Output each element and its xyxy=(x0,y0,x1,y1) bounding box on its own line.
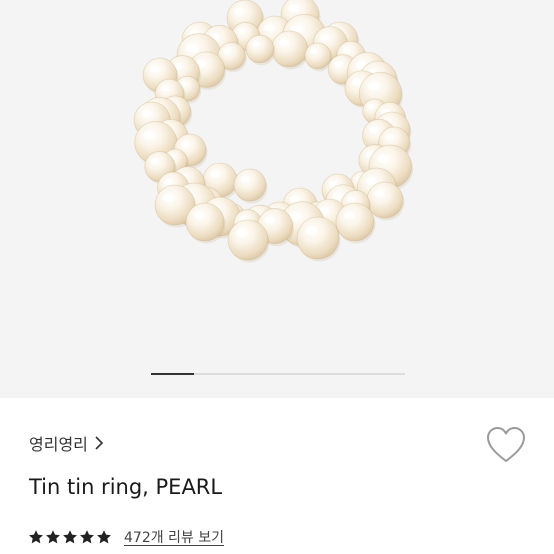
heart-outline-icon xyxy=(487,427,525,462)
pearl-highlight xyxy=(343,211,355,220)
brand-label: 영리영리 xyxy=(29,435,88,454)
pearl-bead xyxy=(304,42,332,70)
pearl-highlight xyxy=(223,48,231,54)
pearl-bead xyxy=(296,216,340,260)
pearl-highlight xyxy=(346,196,355,203)
star-icon xyxy=(29,530,43,544)
pearl-bead xyxy=(271,30,308,68)
pearl-highlight xyxy=(264,24,275,32)
pearl-highlight xyxy=(150,158,160,165)
pearl-highlight xyxy=(149,65,160,73)
product-title: Tin tin ring, PEARL xyxy=(29,475,223,499)
pearl-highlight xyxy=(384,133,394,141)
pearl-highlight xyxy=(310,48,318,54)
star-icon xyxy=(80,530,94,544)
pearl-highlight xyxy=(240,176,250,183)
pearl-highlight xyxy=(160,85,169,92)
pearl-highlight xyxy=(180,141,190,148)
pearl-highlight xyxy=(289,195,300,203)
pearl-highlight xyxy=(351,78,362,86)
review-count-link[interactable]: 472개 리뷰 보기 xyxy=(124,527,224,547)
pearl-bead xyxy=(185,202,225,242)
rating-stars xyxy=(28,529,112,545)
pearl-highlight xyxy=(288,4,300,13)
star-icon xyxy=(63,530,77,544)
pearl-highlight xyxy=(163,179,173,186)
pearl-highlight xyxy=(369,126,379,134)
chevron-right-icon xyxy=(95,436,104,450)
pearl-ring-illustration xyxy=(133,0,414,263)
pearl-highlight xyxy=(237,28,246,35)
pearl-highlight xyxy=(305,226,318,235)
pearl-bead xyxy=(335,202,375,242)
pearl-highlight xyxy=(377,154,390,164)
pearl-highlight xyxy=(209,170,220,178)
pearl-highlight xyxy=(141,110,152,118)
pearl-bead xyxy=(366,181,404,219)
star-icon xyxy=(97,530,111,544)
pearl-highlight xyxy=(374,190,385,198)
rating-row: 472개 리뷰 보기 xyxy=(28,526,224,548)
pearl-highlight xyxy=(367,81,380,91)
product-image[interactable] xyxy=(0,0,554,398)
pearl-highlight xyxy=(367,104,375,110)
product-detail-page: 영리영리 Tin tin ring, PEARL 472개 리뷰 보기 xyxy=(0,0,554,554)
pearl-highlight xyxy=(278,38,289,47)
star-icon xyxy=(46,530,60,544)
pearl-highlight xyxy=(193,211,205,220)
pearl-highlight xyxy=(365,176,377,185)
pearl-highlight xyxy=(264,216,275,224)
pearl-bead xyxy=(227,219,269,261)
pearl-highlight xyxy=(342,47,351,54)
pearl-highlight xyxy=(185,43,199,53)
pearl-highlight xyxy=(236,229,248,237)
pearl-bead xyxy=(233,168,267,202)
image-pager-active-indicator xyxy=(151,373,195,375)
brand-link[interactable]: 영리영리 xyxy=(29,431,104,455)
pearl-bead xyxy=(245,34,275,64)
pearl-highlight xyxy=(251,41,260,47)
pearl-highlight xyxy=(332,192,343,200)
pearl-highlight xyxy=(234,8,245,16)
pearl-highlight xyxy=(163,194,175,202)
wishlist-button[interactable] xyxy=(484,425,528,465)
pearl-highlight xyxy=(319,34,330,41)
pearl-highlight xyxy=(143,130,155,140)
image-pager[interactable] xyxy=(151,373,405,375)
pearl-highlight xyxy=(334,61,343,68)
